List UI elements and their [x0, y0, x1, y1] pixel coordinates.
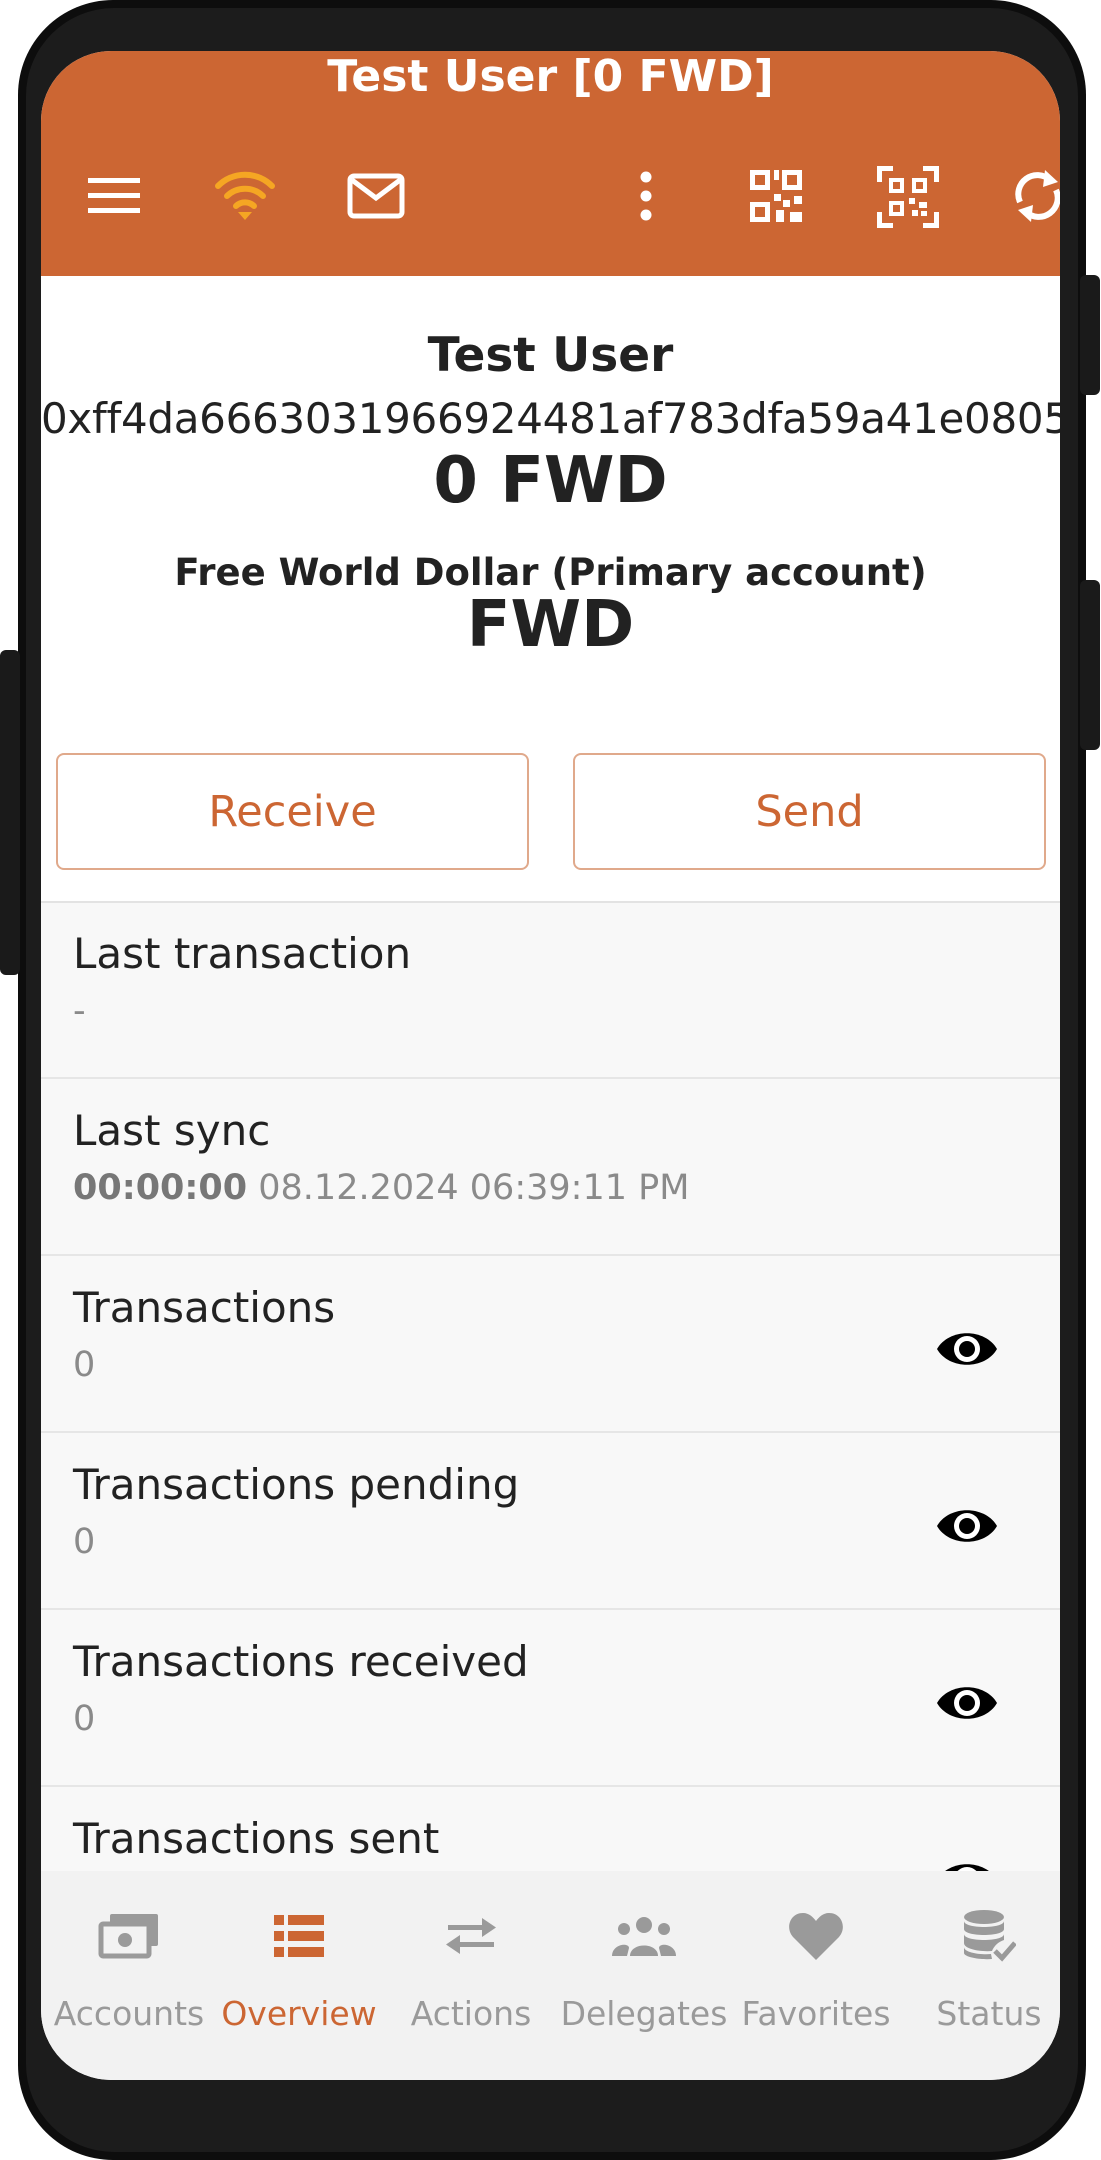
- list-item-transactions[interactable]: Transactions 0: [41, 1257, 1060, 1433]
- list-item-transactions-received[interactable]: Transactions received 0: [41, 1611, 1060, 1787]
- swap-icon: [386, 1901, 556, 1971]
- eye-icon[interactable]: [935, 1324, 999, 1374]
- list-item-title: Transactions sent: [73, 1814, 440, 1863]
- nav-item-overview[interactable]: Overview: [214, 1871, 384, 2080]
- eye-icon[interactable]: [935, 1678, 999, 1728]
- list-item-transactions-pending[interactable]: Transactions pending 0: [41, 1434, 1060, 1610]
- overview-icon: [214, 1901, 384, 1971]
- list-item-value: 0: [73, 1522, 96, 1562]
- volume-button: [1080, 275, 1100, 395]
- nav-item-favorites[interactable]: Favorites: [731, 1871, 901, 2080]
- sync-duration: 00:00:00: [73, 1168, 248, 1208]
- nav-item-accounts[interactable]: Accounts: [44, 1871, 214, 2080]
- account-summary: Test User 0xff4da6663031966924481af783df…: [41, 276, 1060, 901]
- list-item-title: Transactions received: [73, 1637, 529, 1686]
- nav-item-delegates[interactable]: Delegates: [559, 1871, 729, 2080]
- nav-label: Status: [936, 1994, 1042, 2033]
- left-button: [0, 650, 20, 975]
- qr-code-icon[interactable]: [741, 161, 811, 231]
- list-item-value: 0: [73, 1699, 96, 1739]
- database-check-icon: [904, 1901, 1060, 1971]
- app-screen: Test User [0 FWD] Test User 0xff4da66630…: [41, 51, 1060, 2080]
- sync-timestamp: 08.12.2024 06:39:11 PM: [258, 1168, 690, 1208]
- power-button: [1080, 580, 1100, 750]
- sync-icon[interactable]: [1003, 161, 1060, 231]
- nav-item-status[interactable]: Status: [904, 1871, 1060, 2080]
- wifi-icon[interactable]: [210, 161, 280, 231]
- account-address: 0xff4da6663031966924481af783dfa59a41e080…: [41, 394, 1060, 443]
- bottom-nav: Accounts Overview Actions Delegates Favo…: [41, 1871, 1060, 2080]
- group-icon: [559, 1901, 729, 1971]
- heart-icon: [731, 1901, 901, 1971]
- header-title: Test User [0 FWD]: [327, 51, 774, 102]
- account-name: Test User: [427, 328, 674, 383]
- eye-icon[interactable]: [935, 1501, 999, 1551]
- menu-icon[interactable]: [79, 161, 149, 231]
- list-item-last-sync[interactable]: Last sync 00:00:00 08.12.2024 06:39:11 P…: [41, 1080, 1060, 1256]
- mail-icon[interactable]: [341, 161, 411, 231]
- nav-item-actions[interactable]: Actions: [386, 1871, 556, 2080]
- account-balance: 0 FWD: [433, 444, 668, 518]
- more-vert-icon[interactable]: [611, 161, 681, 231]
- list-item-title: Transactions: [73, 1283, 336, 1332]
- list-item-title: Last sync: [73, 1106, 271, 1155]
- list-item-value: 00:00:00 08.12.2024 06:39:11 PM: [73, 1168, 689, 1208]
- qr-scan-icon[interactable]: [868, 157, 948, 237]
- list-item-value: -: [73, 991, 86, 1031]
- account-symbol: FWD: [466, 588, 635, 662]
- list-item-title: Transactions pending: [73, 1460, 520, 1509]
- list-item-value: 0: [73, 1345, 96, 1385]
- accounts-icon: [44, 1901, 214, 1971]
- list-item-title: Last transaction: [73, 929, 412, 978]
- app-header: Test User [0 FWD]: [41, 51, 1060, 276]
- send-button[interactable]: Send: [573, 753, 1046, 870]
- receive-button[interactable]: Receive: [56, 753, 529, 870]
- list-item-last-transaction[interactable]: Last transaction -: [41, 903, 1060, 1079]
